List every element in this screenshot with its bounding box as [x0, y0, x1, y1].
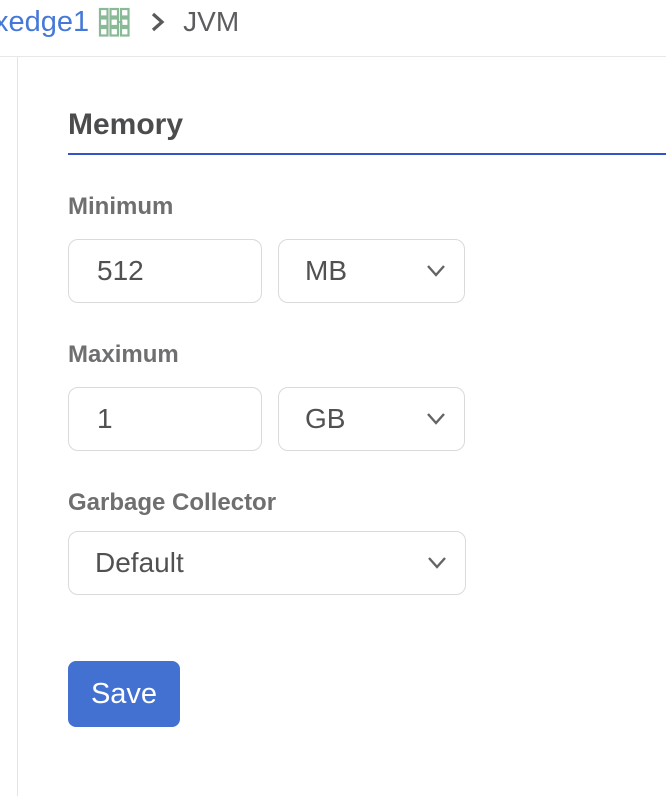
maximum-unit-value: GB [305, 403, 346, 434]
chevron-right-icon [147, 11, 168, 33]
chevron-down-icon [424, 411, 448, 427]
jvm-settings-page: xedge1 JVM Memory Minimum 512 MB Maximum… [0, 0, 666, 796]
save-button[interactable]: Save [68, 661, 180, 727]
breadcrumb-current-page: JVM [183, 6, 240, 37]
minimum-label: Minimum [68, 193, 174, 220]
panel-left-border [17, 57, 18, 796]
grid-icon [98, 7, 130, 37]
section-title: Memory [68, 108, 184, 141]
garbage-collector-label: Garbage Collector [68, 489, 277, 516]
memory-section-header: Memory [68, 107, 666, 155]
minimum-unit-value: MB [305, 255, 347, 286]
garbage-collector-value: Default [95, 547, 184, 578]
breadcrumb: xedge1 JVM [0, 0, 666, 57]
chevron-down-icon [424, 263, 448, 279]
minimum-field-row: MB [68, 239, 666, 303]
jvm-memory-form: Memory Minimum MB Maximum GB [0, 57, 666, 796]
maximum-field-row: GB [68, 387, 666, 451]
minimum-unit-select[interactable]: MB [278, 239, 465, 303]
minimum-value-input[interactable] [68, 239, 262, 303]
breadcrumb-node-link[interactable]: xedge1 [0, 6, 89, 39]
maximum-value-input[interactable] [68, 387, 262, 451]
garbage-collector-select[interactable]: Default [68, 531, 466, 595]
chevron-down-icon [425, 555, 449, 571]
maximum-unit-select[interactable]: GB [278, 387, 465, 451]
maximum-label: Maximum [68, 341, 179, 368]
